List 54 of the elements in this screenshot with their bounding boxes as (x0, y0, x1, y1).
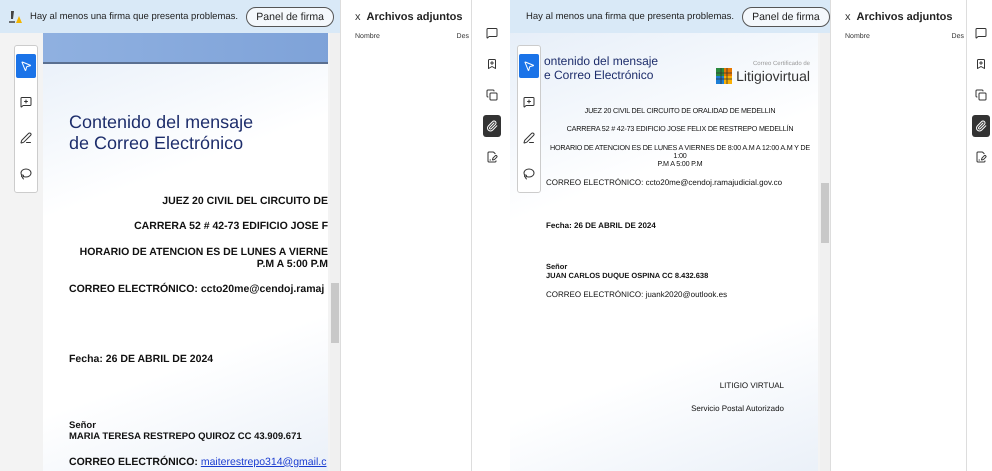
comment-icon (20, 96, 32, 108)
pen-icon (20, 132, 32, 144)
bookmark-icon (974, 58, 986, 70)
footer-line: Servicio Postal Autorizado (690, 404, 785, 414)
email-label: CORREO ELECTRÓNICO: (69, 456, 199, 468)
email-address: juank2020@outlook.es (646, 290, 728, 300)
salutation: Señor (69, 420, 97, 431)
email-address: ccto20me@cendoj.ramajudicial.gov.co (646, 178, 782, 188)
paperclip-icon (974, 120, 986, 132)
comment-icon (974, 27, 986, 39)
document-title: ontenido del mensaje (544, 55, 658, 69)
signature-icon (486, 151, 498, 163)
email-label: CORREO ELECTRÓNICO: (546, 290, 644, 300)
recipient-name: MARIA TERESA RESTREPO QUIROZ CC 43.909.671 (69, 430, 303, 442)
panel-title: Archivos adjuntos (856, 10, 952, 22)
lasso-icon (20, 168, 32, 180)
signature-panel-button[interactable]: Panel de firma (742, 6, 830, 26)
footer-line: LITIGIO VIRTUAL (718, 381, 785, 390)
date-line: Fecha: 26 DE ABRIL DE 2024 (546, 221, 657, 230)
pages-icon (974, 89, 986, 101)
banner-message: Hay al menos una firma que presenta problemas. (526, 11, 734, 22)
comment-icon (486, 27, 498, 39)
signature-warning-icon (8, 10, 22, 24)
pages-icon (486, 89, 498, 101)
logo-icon (715, 67, 734, 85)
document-line: JUEZ 20 CIVIL DEL CIRCUITO DE (161, 195, 328, 208)
signature-panel-button[interactable]: Panel de firma (246, 6, 334, 26)
document-title: e Correo Electrónico (544, 68, 654, 83)
pointer-icon (20, 60, 32, 72)
email-link[interactable]: maiterestrepo314@gmail.c (200, 456, 326, 468)
attachment-panel-button[interactable] (483, 115, 501, 137)
close-button[interactable]: x (845, 10, 850, 22)
document-line: HORARIO DE ATENCION ES DE LUNES A VIERNE P.M A 5:00 P.M (78, 246, 328, 270)
pointer-icon (523, 60, 535, 72)
email-label: CORREO ELECTRÓNICO: (69, 282, 199, 295)
lasso-icon (523, 168, 535, 180)
date-line: Fecha: 26 DE ABRIL DE 2024 (69, 352, 214, 365)
bookmark-icon (486, 58, 498, 70)
signature-icon (974, 151, 986, 163)
attachment-panel-button[interactable] (972, 115, 990, 137)
document-title: Contenido del mensaje (69, 112, 254, 133)
document-title: de Correo Electrónico (69, 132, 244, 154)
email-label: CORREO ELECTRÓNICO: (546, 178, 644, 188)
document-line: CARRERA 52 # 42-73 EDIFICIO JOSE F (133, 220, 328, 232)
close-button[interactable]: x (355, 10, 360, 22)
email-address: ccto20me@cendoj.ramaj (200, 282, 324, 295)
paperclip-icon (486, 120, 498, 132)
panel-title: Archivos adjuntos (366, 10, 462, 22)
logo-name: Litigiovirtual (736, 68, 810, 84)
select-tool[interactable] (519, 54, 539, 78)
pen-icon (523, 132, 535, 144)
comment-icon (523, 96, 535, 108)
banner-message: Hay al menos una firma que presenta problemas. (30, 11, 238, 22)
select-tool[interactable] (16, 54, 36, 78)
